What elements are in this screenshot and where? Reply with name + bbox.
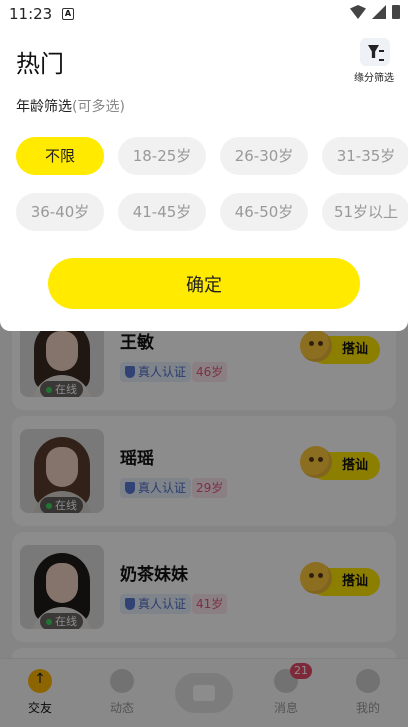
age-option-26-30[interactable]: 26-30岁: [220, 137, 308, 175]
filter-button-label: 缘分筛选: [354, 73, 394, 84]
filter-icon: [360, 38, 390, 66]
status-time: 11:23: [9, 5, 53, 23]
notification-a-icon: A: [62, 8, 74, 20]
age-option-36-40[interactable]: 36-40岁: [16, 193, 104, 231]
age-option-41-45[interactable]: 41-45岁: [118, 193, 206, 231]
wifi-icon: [350, 5, 366, 19]
age-option-31-35[interactable]: 31-35岁: [322, 137, 408, 175]
battery-icon: [392, 5, 400, 19]
confirm-button[interactable]: 确定: [48, 258, 360, 309]
age-filter-label: 年龄筛选(可多选): [16, 99, 125, 115]
age-option-46-50[interactable]: 46-50岁: [220, 193, 308, 231]
signal-icon: [372, 5, 386, 19]
age-options: 不限 18-25岁 26-30岁 31-35岁 36-40岁 41-45岁 46…: [16, 137, 408, 231]
fate-filter-button[interactable]: 缘分筛选: [352, 38, 398, 84]
filter-sheet: 11:23 A 热门 缘分筛选 年龄筛选(可多选) 不限 18-25岁 26-3…: [0, 0, 408, 331]
status-icons: [350, 5, 400, 19]
page-title: 热门: [16, 50, 64, 78]
age-option-18-25[interactable]: 18-25岁: [118, 137, 206, 175]
age-option-unlimited[interactable]: 不限: [16, 137, 104, 175]
age-option-51-plus[interactable]: 51岁以上: [322, 193, 408, 231]
